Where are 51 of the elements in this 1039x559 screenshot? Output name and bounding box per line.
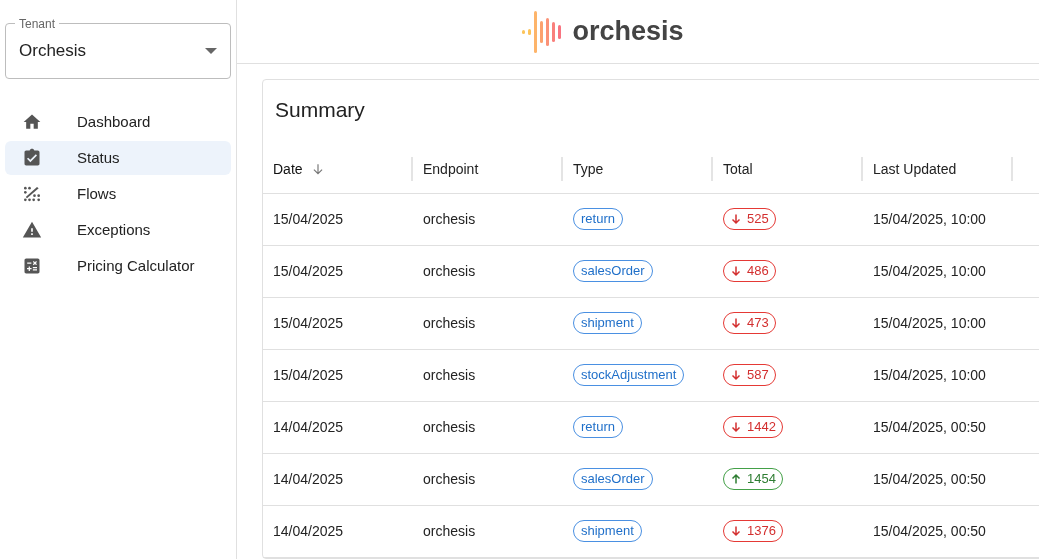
table-cell-text: 14/04/2025 [272,521,345,541]
calculator-icon [22,256,42,276]
column-header[interactable]: Type [573,158,604,180]
column-header[interactable]: Date [273,158,303,180]
home-icon [22,112,42,132]
nav-label: Pricing Calculator [77,255,195,276]
table-cell-text: 15/04/2025, 10:00 [872,261,987,281]
logo-text: orchesis [572,18,684,45]
nav-item[interactable]: Dashboard [5,105,231,139]
nav-item[interactable]: Flows [5,177,231,211]
column-header[interactable]: Endpoint [423,158,479,180]
arrow-down-icon [730,369,742,381]
column-header[interactable]: Total [723,158,753,180]
table-cell-text: orchesis [422,209,477,229]
table-cell-text: 15/04/2025, 10:00 [872,365,987,385]
arrow-up-icon [730,473,742,485]
table-cell-text: orchesis [422,313,477,333]
table-cell-text: 15/04/2025 [272,261,345,281]
table-cell-text: orchesis [422,417,477,437]
table-cell-text: orchesis [422,261,477,281]
table-cell-text: 15/04/2025, 00:50 [872,417,987,437]
arrow-down-icon [730,213,742,225]
table-cell-text: 15/04/2025 [272,313,345,333]
nav-label: Exceptions [77,219,151,240]
arrow-down-icon [730,525,742,537]
nav-item[interactable]: Exceptions [5,213,231,247]
table-cell-text: 15/04/2025 [272,365,345,385]
nav-label: Flows [77,183,117,204]
table-cell-text: orchesis [422,521,477,541]
nav-label: Status [77,147,120,168]
clipboard-check-icon [22,148,42,168]
table-cell-text: 15/04/2025 [272,209,345,229]
nav-item[interactable]: Pricing Calculator [5,249,231,283]
table-cell-text: 15/04/2025, 10:00 [872,209,987,229]
card-title: Summary [274,97,366,123]
dropdown-caret-icon [205,48,217,54]
nav-label: Dashboard [77,111,151,132]
arrow-down-icon [730,265,742,277]
table-cell-text: 15/04/2025, 10:00 [872,313,987,333]
table-cell-text: orchesis [422,469,477,489]
scatter-dots-icon [22,184,42,204]
table-cell-text: orchesis [422,365,477,385]
nav-item[interactable]: Status [5,141,231,175]
table-cell-text: 14/04/2025 [272,417,345,437]
table-cell-text: 14/04/2025 [272,469,345,489]
column-header[interactable]: Last Updated [873,158,957,180]
arrow-down-icon [730,317,742,329]
table-cell-text: 15/04/2025, 00:50 [872,469,987,489]
warning-icon [22,220,42,240]
table-cell-text: 15/04/2025, 00:50 [872,521,987,541]
arrow-down-icon [730,421,742,433]
